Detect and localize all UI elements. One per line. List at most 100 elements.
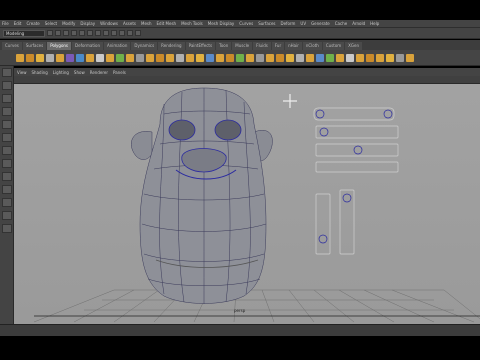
move-tool-icon[interactable] (2, 107, 12, 116)
select-component-icon[interactable] (95, 30, 101, 36)
select-tool-icon[interactable] (2, 68, 12, 77)
shelf-tool-icon[interactable] (46, 53, 54, 62)
menu-item[interactable]: Deform (281, 21, 296, 26)
menu-item[interactable]: Windows (100, 21, 118, 26)
menu-item[interactable]: UV (300, 21, 306, 26)
time-slider[interactable] (0, 324, 480, 336)
open-scene-icon[interactable] (47, 30, 53, 36)
ipr-render-icon[interactable] (135, 30, 141, 36)
shelf-tool-icon[interactable] (216, 53, 224, 62)
shelf-tool-icon[interactable] (276, 53, 284, 62)
layout-uv-icon[interactable] (2, 224, 12, 233)
shelf-tool-icon[interactable] (326, 53, 334, 62)
layout-side-icon[interactable] (2, 185, 12, 194)
shelf-tab[interactable]: nHair (285, 42, 302, 50)
shelf-tool-icon[interactable] (376, 53, 384, 62)
shelf-tool-icon[interactable] (96, 53, 104, 62)
menu-item[interactable]: Arnold (352, 21, 365, 26)
menu-item[interactable]: Assets (123, 21, 136, 26)
shelf-tool-icon[interactable] (406, 53, 414, 62)
menu-item[interactable]: Display (80, 21, 95, 26)
menu-item[interactable]: Help (370, 21, 379, 26)
panel-menu-item[interactable]: Shading (32, 70, 48, 75)
shelf-tool-icon[interactable] (106, 53, 114, 62)
paint-select-icon[interactable] (2, 94, 12, 103)
shelf-tab[interactable]: Animation (104, 42, 131, 50)
panel-menu-item[interactable]: Lighting (53, 70, 69, 75)
mode-selector[interactable]: Modeling (3, 29, 45, 37)
shelf-tool-icon[interactable] (256, 53, 264, 62)
shelf-tool-icon[interactable] (246, 53, 254, 62)
shelf-tool-icon[interactable] (306, 53, 314, 62)
shelf-tab[interactable]: XGen (345, 42, 363, 50)
menu-item[interactable]: Edit Mesh (157, 21, 177, 26)
snap-grid-icon[interactable] (103, 30, 109, 36)
menu-item[interactable]: Curves (239, 21, 253, 26)
shelf-tool-icon[interactable] (56, 53, 64, 62)
shelf-tool-icon[interactable] (286, 53, 294, 62)
menu-item[interactable]: Generate (311, 21, 330, 26)
shelf-tool-icon[interactable] (116, 53, 124, 62)
shelf-tool-icon[interactable] (396, 53, 404, 62)
panel-menu-item[interactable]: View (17, 70, 27, 75)
shelf-tool-icon[interactable] (316, 53, 324, 62)
menu-item[interactable]: Mesh Display (208, 21, 235, 26)
shelf-tool-icon[interactable] (386, 53, 394, 62)
save-scene-icon[interactable] (55, 30, 61, 36)
last-tool-icon[interactable] (2, 146, 12, 155)
shelf-tab[interactable]: nCloth (302, 42, 322, 50)
select-object-icon[interactable] (87, 30, 93, 36)
shelf-tool-icon[interactable] (86, 53, 94, 62)
menu-item[interactable]: Mesh Tools (181, 21, 203, 26)
menu-item[interactable]: Cache (335, 21, 347, 26)
shelf-tool-icon[interactable] (176, 53, 184, 62)
shelf-tool-icon[interactable] (196, 53, 204, 62)
shelf-tool-icon[interactable] (66, 53, 74, 62)
shelf-tab[interactable]: Surfaces (22, 42, 47, 50)
lasso-tool-icon[interactable] (2, 81, 12, 90)
shelf-tab[interactable]: Polygons (47, 42, 72, 50)
shelf-tool-icon[interactable] (186, 53, 194, 62)
menu-item[interactable]: Select (45, 21, 57, 26)
snap-point-icon[interactable] (119, 30, 125, 36)
shelf-tool-icon[interactable] (16, 53, 24, 62)
shelf-tab[interactable]: Deformation (72, 42, 104, 50)
shelf-tab[interactable]: PaintEffects (185, 42, 216, 50)
menu-item[interactable]: Mesh (141, 21, 152, 26)
scale-tool-icon[interactable] (2, 133, 12, 142)
panel-menu-item[interactable]: Panels (113, 70, 126, 75)
panel-menu-item[interactable]: Renderer (90, 70, 108, 75)
rotate-tool-icon[interactable] (2, 120, 12, 129)
menu-item[interactable]: Create (26, 21, 39, 26)
shelf-tool-icon[interactable] (156, 53, 164, 62)
shelf-tab[interactable]: Curves (2, 42, 22, 50)
layout-graph-icon[interactable] (2, 211, 12, 220)
shelf-tab[interactable]: Toon (216, 42, 232, 50)
shelf-tab[interactable]: Custom (322, 42, 345, 50)
panel-menu-item[interactable]: Show (74, 70, 85, 75)
viewport-persp[interactable]: persp (14, 84, 480, 324)
menu-item[interactable]: Edit (14, 21, 22, 26)
menu-item[interactable]: Modify (62, 21, 75, 26)
shelf-tab[interactable]: Dynamics (131, 42, 158, 50)
shelf-tab[interactable]: Fur (271, 42, 285, 50)
shelf-tab[interactable]: Muscle (232, 42, 253, 50)
layout-four-icon[interactable] (2, 172, 12, 181)
select-hierarchy-icon[interactable] (79, 30, 85, 36)
render-icon[interactable] (127, 30, 133, 36)
shelf-tool-icon[interactable] (296, 53, 304, 62)
shelf-tab[interactable]: Rendering (158, 42, 185, 50)
shelf-tab[interactable]: Fluids (253, 42, 271, 50)
shelf-tool-icon[interactable] (226, 53, 234, 62)
shelf-tool-icon[interactable] (346, 53, 354, 62)
shelf-tool-icon[interactable] (146, 53, 154, 62)
shelf-tool-icon[interactable] (76, 53, 84, 62)
shelf-tool-icon[interactable] (266, 53, 274, 62)
shelf-tool-icon[interactable] (336, 53, 344, 62)
shelf-tool-icon[interactable] (356, 53, 364, 62)
redo-icon[interactable] (71, 30, 77, 36)
shelf-tool-icon[interactable] (136, 53, 144, 62)
shelf-tool-icon[interactable] (126, 53, 134, 62)
shelf-tool-icon[interactable] (366, 53, 374, 62)
menu-item[interactable]: Surfaces (258, 21, 275, 26)
